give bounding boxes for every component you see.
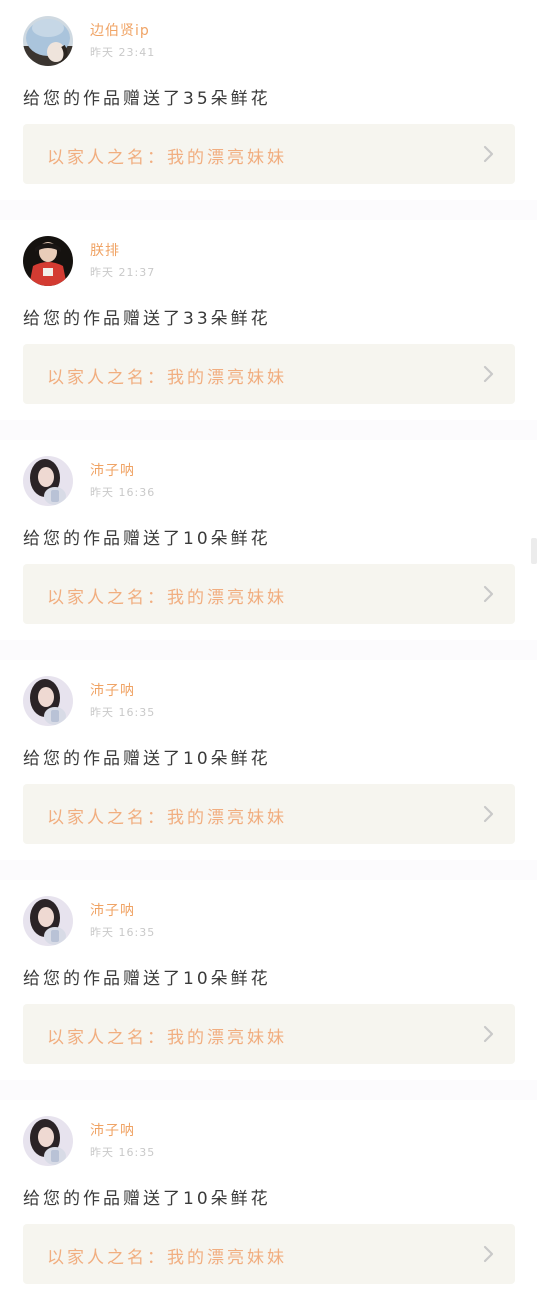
username[interactable]: 沛子呐 <box>90 460 135 480</box>
timestamp: 昨天 23:41 <box>90 46 156 59</box>
item-separator <box>0 640 537 660</box>
timestamp: 昨天 21:37 <box>90 266 156 279</box>
gift-message: 给您的作品赠送了10朵鲜花 <box>23 529 271 549</box>
avatar-girl-dark-hair-icon[interactable] <box>23 456 73 506</box>
feed-item: 沛子呐 昨天 16:36 给您的作品赠送了10朵鲜花 以家人之名：我的漂亮妹妹 <box>0 440 537 640</box>
gift-message: 给您的作品赠送了10朵鲜花 <box>23 749 271 769</box>
username[interactable]: 边伯贤ip <box>90 20 150 40</box>
work-title: 以家人之名：我的漂亮妹妹 <box>47 808 287 828</box>
gift-message: 给您的作品赠送了10朵鲜花 <box>23 1189 271 1209</box>
chevron-right-icon <box>483 1025 494 1043</box>
work-title: 以家人之名：我的漂亮妹妹 <box>47 588 287 608</box>
avatar-girl-dark-hair-icon[interactable] <box>23 676 73 726</box>
scrollbar-thumb[interactable] <box>531 538 537 564</box>
timestamp: 昨天 16:35 <box>90 706 156 719</box>
username[interactable]: 朕排 <box>90 240 120 260</box>
timestamp: 昨天 16:35 <box>90 926 156 939</box>
chevron-right-icon <box>483 1245 494 1263</box>
item-separator <box>0 1080 537 1100</box>
work-title: 以家人之名：我的漂亮妹妹 <box>47 1028 287 1048</box>
gift-message: 给您的作品赠送了35朵鲜花 <box>23 89 271 109</box>
chevron-right-icon <box>483 145 494 163</box>
chevron-right-icon <box>483 365 494 383</box>
avatar-light-blue-hat-icon[interactable] <box>23 16 73 66</box>
feed-item: 朕排 昨天 21:37 给您的作品赠送了33朵鲜花 以家人之名：我的漂亮妹妹 <box>0 220 537 420</box>
username[interactable]: 沛子呐 <box>90 1120 135 1140</box>
work-title: 以家人之名：我的漂亮妹妹 <box>47 148 287 168</box>
item-separator <box>0 200 537 220</box>
avatar-red-shirt-icon[interactable] <box>23 236 73 286</box>
timestamp: 昨天 16:36 <box>90 486 156 499</box>
work-link-row[interactable]: 以家人之名：我的漂亮妹妹 <box>23 344 515 404</box>
chevron-right-icon <box>483 585 494 603</box>
item-separator <box>0 420 537 440</box>
work-link-row[interactable]: 以家人之名：我的漂亮妹妹 <box>23 784 515 844</box>
item-separator <box>0 860 537 880</box>
work-title: 以家人之名：我的漂亮妹妹 <box>47 368 287 388</box>
gift-feed: 边伯贤ip 昨天 23:41 给您的作品赠送了35朵鲜花 以家人之名：我的漂亮妹… <box>0 0 537 1300</box>
work-link-row[interactable]: 以家人之名：我的漂亮妹妹 <box>23 124 515 184</box>
avatar-girl-dark-hair-icon[interactable] <box>23 1116 73 1166</box>
feed-item: 边伯贤ip 昨天 23:41 给您的作品赠送了35朵鲜花 以家人之名：我的漂亮妹… <box>0 0 537 200</box>
gift-message: 给您的作品赠送了10朵鲜花 <box>23 969 271 989</box>
chevron-right-icon <box>483 805 494 823</box>
timestamp: 昨天 16:35 <box>90 1146 156 1159</box>
gift-message: 给您的作品赠送了33朵鲜花 <box>23 309 271 329</box>
work-link-row[interactable]: 以家人之名：我的漂亮妹妹 <box>23 1224 515 1284</box>
feed-item: 沛子呐 昨天 16:35 给您的作品赠送了10朵鲜花 以家人之名：我的漂亮妹妹 <box>0 660 537 860</box>
feed-item: 沛子呐 昨天 16:35 给您的作品赠送了10朵鲜花 以家人之名：我的漂亮妹妹 <box>0 880 537 1080</box>
avatar-girl-dark-hair-icon[interactable] <box>23 896 73 946</box>
username[interactable]: 沛子呐 <box>90 900 135 920</box>
username[interactable]: 沛子呐 <box>90 680 135 700</box>
work-link-row[interactable]: 以家人之名：我的漂亮妹妹 <box>23 564 515 624</box>
feed-item: 沛子呐 昨天 16:35 给您的作品赠送了10朵鲜花 以家人之名：我的漂亮妹妹 <box>0 1100 537 1300</box>
work-link-row[interactable]: 以家人之名：我的漂亮妹妹 <box>23 1004 515 1064</box>
work-title: 以家人之名：我的漂亮妹妹 <box>47 1248 287 1268</box>
